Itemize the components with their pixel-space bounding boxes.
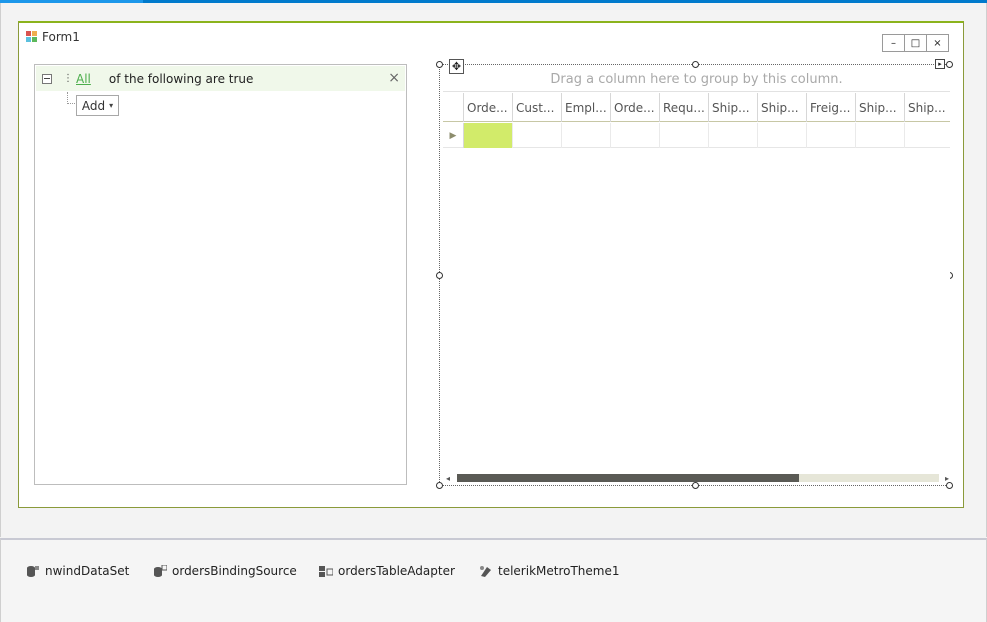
designer-surface: Form1 – □ × ⋮ All of the following are t… [0,3,987,537]
form-title: Form1 [42,30,80,44]
window-controls: – □ × [882,34,949,52]
column-header[interactable]: Orde... [464,93,513,122]
horizontal-scrollbar[interactable]: ◂ ▸ [446,473,949,482]
tray-item-label: nwindDataSet [45,564,130,578]
resize-handle-bottom-left[interactable] [436,482,443,489]
column-header[interactable]: Ship... [905,93,950,122]
tree-connector [67,92,75,104]
theme-icon [479,565,493,578]
grid-cell[interactable] [807,123,856,148]
form-icon [26,31,38,43]
current-cell[interactable] [464,123,513,148]
maximize-button[interactable]: □ [904,34,927,52]
grid-cell[interactable] [562,123,611,148]
resize-handle-bottom-right[interactable] [946,482,953,489]
collapse-icon[interactable] [42,73,52,84]
close-button[interactable]: × [926,34,949,52]
resize-handle-top[interactable] [692,61,699,68]
column-header[interactable]: Ship... [709,93,758,122]
table-adapter-icon [319,565,334,578]
dataset-icon [26,565,40,578]
scroll-left-icon[interactable]: ◂ [446,473,450,482]
tray-item-nwind-dataset[interactable]: nwindDataSet [26,564,129,578]
column-header[interactable]: Orde... [611,93,660,122]
row-indicator-icon: ▶ [443,123,464,148]
add-filter-button[interactable]: Add ▾ [76,95,119,116]
resize-handle-top-right[interactable] [946,61,953,68]
form-title-bar: Form1 [26,29,80,45]
scrollbar-track[interactable] [457,474,939,482]
filter-condition-text: of the following are true [108,71,254,86]
remove-group-icon[interactable]: × [388,70,400,86]
grid-header-row: Orde... Cust... Empl... Orde... Requ... Ship.… [443,93,950,122]
move-icon[interactable]: ✥ [449,59,464,74]
resize-handle-bottom[interactable] [692,482,699,489]
resize-handle-left[interactable] [436,272,443,279]
table-row[interactable]: ▶ [443,123,950,148]
form-window[interactable]: Form1 – □ × ⋮ All of the following are t… [18,21,964,508]
tray-item-orders-binding-source[interactable]: ordersBindingSource [153,564,297,578]
tray-item-orders-table-adapter[interactable]: ordersTableAdapter [319,564,455,578]
grid-cell[interactable] [513,123,562,148]
add-filter-label: Add [81,98,106,113]
tray-item-telerik-metro-theme[interactable]: telerikMetroTheme1 [479,564,620,578]
column-header[interactable]: Ship... [758,93,807,122]
scroll-right-icon[interactable]: ▸ [945,473,949,482]
grid-cell[interactable] [758,123,807,148]
grid-corner-cell [443,93,464,122]
grid-cell[interactable] [905,123,950,148]
filter-operator-link[interactable]: All [76,72,91,86]
group-panel[interactable]: Drag a column here to group by this colu… [443,68,950,92]
column-header[interactable]: Ship... [856,93,905,122]
chevron-down-icon: ▾ [109,101,114,110]
scrollbar-thumb[interactable] [457,474,799,482]
column-header[interactable]: Requ... [660,93,709,122]
grid-cell[interactable] [856,123,905,148]
tray-item-label: telerikMetroTheme1 [498,564,620,578]
drag-grip-icon[interactable]: ⋮ [63,73,73,84]
grid-cell[interactable] [611,123,660,148]
grid-cell[interactable] [709,123,758,148]
grid-selection-frame[interactable]: Drag a column here to group by this colu… [436,59,953,489]
binding-source-icon [153,564,168,578]
filter-group-header: ⋮ All of the following are true × [36,66,405,91]
component-tray: nwindDataSet ordersBindingSource ordersT… [0,538,987,622]
column-header[interactable]: Freig... [807,93,856,122]
column-header[interactable]: Empl... [562,93,611,122]
data-filter-panel[interactable]: ⋮ All of the following are true × Add ▾ [34,64,407,485]
smart-tag-icon[interactable]: ▸ [935,59,945,69]
grid-cell[interactable] [660,123,709,148]
minimize-button[interactable]: – [882,34,905,52]
orders-grid-view[interactable]: Drag a column here to group by this colu… [443,68,950,482]
column-header[interactable]: Cust... [513,93,562,122]
tray-item-label: ordersBindingSource [172,564,297,578]
resize-handle-top-left[interactable] [436,61,443,68]
tray-item-label: ordersTableAdapter [338,564,455,578]
